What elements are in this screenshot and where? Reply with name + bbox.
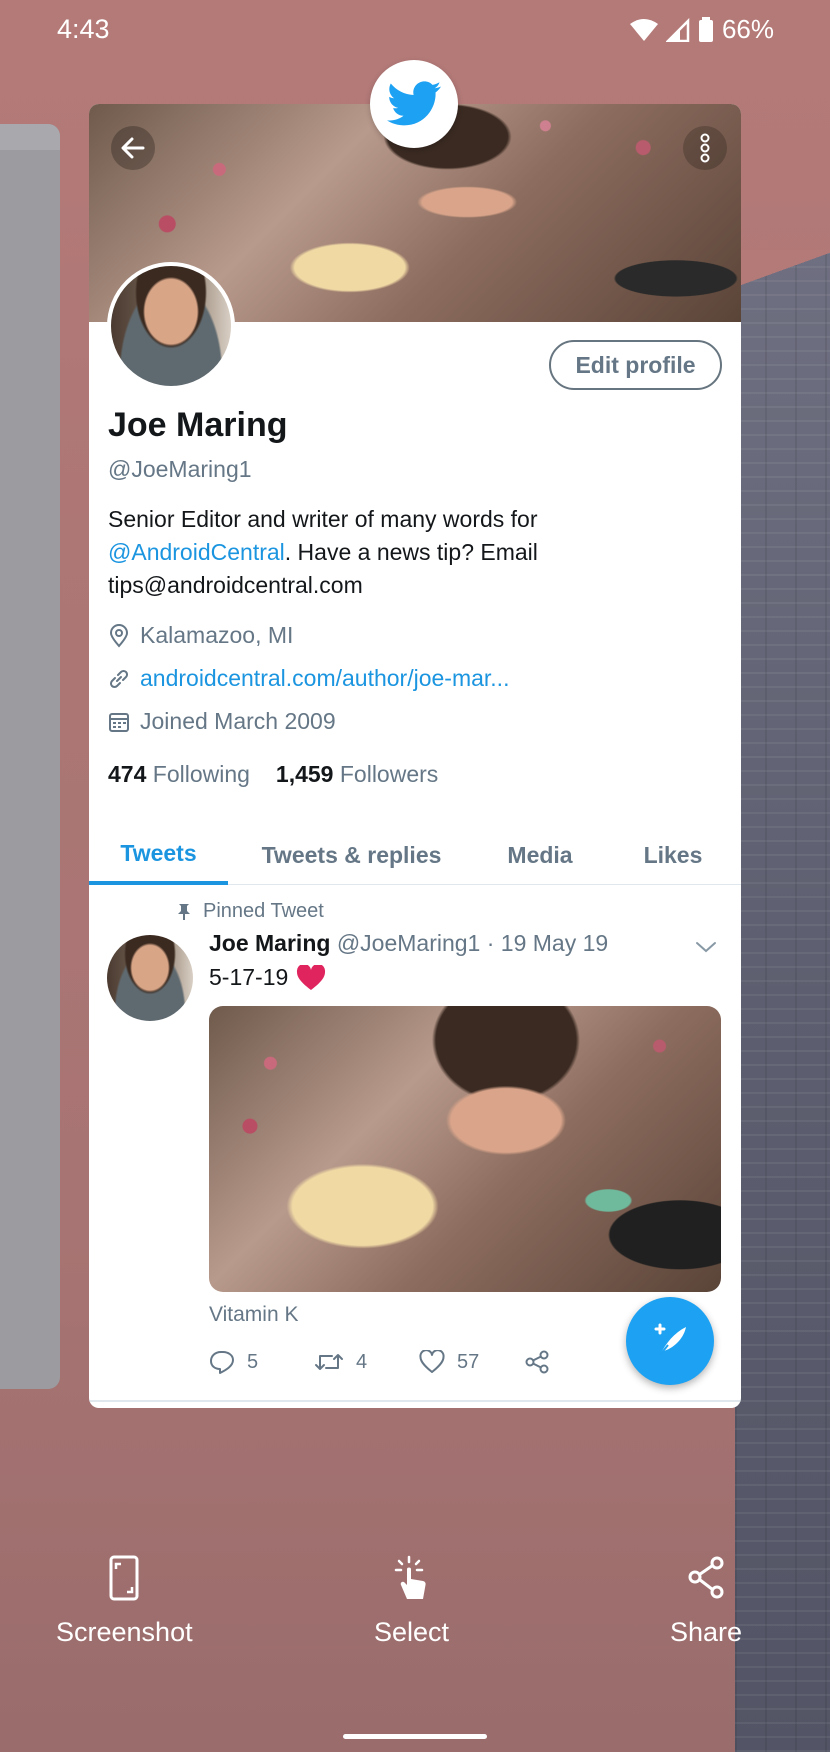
home-gesture-bar[interactable] — [343, 1734, 487, 1739]
tweet-text-content: 5-17-19 — [209, 964, 289, 990]
retweet-button[interactable]: 4 — [314, 1351, 419, 1374]
follow-counts: 474 Following 1,459 Followers — [108, 761, 438, 788]
profile-name: Joe Maring — [108, 406, 288, 444]
screenshot-action[interactable]: Screenshot — [56, 1555, 193, 1648]
tweet-menu-button[interactable] — [695, 940, 717, 959]
following-count-link[interactable]: 474 Following — [108, 761, 250, 788]
status-bar: 4:43 66% — [0, 0, 830, 62]
joined-text: Joined March 2009 — [140, 708, 336, 734]
profile-tabs: Tweets Tweets & replies Media Likes — [89, 825, 741, 885]
profile-bio: Senior Editor and writer of many words f… — [108, 503, 708, 602]
tweet-media-caption: Vitamin K — [209, 1303, 299, 1326]
bio-mention-link[interactable]: @AndroidCentral — [108, 539, 285, 565]
more-vertical-icon — [700, 133, 710, 163]
wifi-icon — [629, 18, 658, 41]
followers-count: 1,459 — [275, 761, 334, 787]
chevron-down-icon — [696, 942, 716, 953]
tweet-actions: 5 4 57 — [209, 1350, 629, 1374]
like-button[interactable]: 57 — [419, 1350, 524, 1374]
profile-website[interactable]: androidcentral.com/author/joe-mar... — [108, 665, 509, 692]
tab-tweets-replies[interactable]: Tweets & replies — [228, 825, 475, 885]
share-tweet-button[interactable] — [524, 1350, 629, 1374]
tab-likes[interactable]: Likes — [605, 825, 741, 885]
bio-text-3: tips@androidcentral.com — [108, 572, 363, 598]
reply-icon — [210, 1351, 234, 1374]
location-pin-icon — [109, 623, 129, 648]
location-text: Kalamazoo, MI — [140, 622, 294, 648]
screenshot-icon — [109, 1555, 139, 1601]
touch-select-icon — [394, 1555, 426, 1599]
twitter-app-card[interactable]: Edit profile Joe Maring @JoeMaring1 Seni… — [89, 104, 741, 1408]
tweet-avatar[interactable] — [107, 935, 193, 1021]
pinned-tweet-label: Pinned Tweet — [177, 900, 324, 923]
tweet-divider — [89, 1400, 741, 1402]
tweet-author[interactable]: Joe Maring — [209, 930, 330, 956]
tweet-meta: @JoeMaring1 · 19 May 19 — [336, 930, 609, 956]
battery-icon — [698, 16, 713, 42]
share-icon — [525, 1350, 549, 1374]
tweet-media-image[interactable] — [209, 1006, 721, 1292]
back-button[interactable] — [111, 126, 155, 170]
retweet-icon — [315, 1354, 343, 1370]
screenshot-label: Screenshot — [56, 1617, 193, 1647]
previous-app-card-header — [0, 124, 60, 150]
reply-button[interactable]: 5 — [209, 1350, 314, 1374]
edit-profile-button[interactable]: Edit profile — [549, 340, 722, 390]
select-action[interactable]: Select — [374, 1555, 449, 1648]
more-options-button[interactable] — [683, 126, 727, 170]
bio-text-1: Senior Editor and writer of many words f… — [108, 506, 538, 532]
profile-handle: @JoeMaring1 — [108, 456, 252, 482]
following-count: 474 — [108, 761, 147, 787]
bio-text-2: . Have a news tip? Email — [284, 539, 538, 565]
profile-location: Kalamazoo, MI — [108, 622, 293, 649]
pin-icon — [178, 903, 190, 920]
followers-label: Followers — [339, 761, 439, 787]
reply-count: 5 — [247, 1350, 259, 1373]
heart-emoji-icon — [297, 964, 326, 990]
tweet-text: 5-17-19 — [209, 964, 326, 991]
twitter-bird-icon — [387, 81, 441, 126]
calendar-icon — [109, 712, 129, 732]
heart-icon — [419, 1350, 445, 1373]
share-action[interactable]: Share — [670, 1555, 742, 1648]
share-icon — [688, 1556, 724, 1599]
pinned-tweet-text: Pinned Tweet — [203, 900, 324, 922]
background-wall-edge — [735, 250, 830, 290]
compose-feather-icon — [654, 1323, 686, 1356]
battery-percent: 66% — [721, 14, 774, 44]
like-count: 57 — [457, 1350, 480, 1373]
link-icon — [109, 669, 129, 688]
cell-signal-icon — [665, 17, 690, 42]
previous-app-card[interactable] — [0, 124, 60, 1389]
select-label: Select — [374, 1617, 450, 1647]
profile-joined: Joined March 2009 — [108, 708, 336, 735]
tweet-header: Joe Maring @JoeMaring1 · 19 May 19 — [209, 930, 608, 957]
arrow-left-icon — [121, 137, 145, 159]
tab-media[interactable]: Media — [475, 825, 605, 885]
status-icons: 66% — [629, 14, 774, 45]
following-label: Following — [152, 761, 250, 787]
retweet-count: 4 — [356, 1350, 368, 1373]
compose-tweet-button[interactable] — [626, 1297, 714, 1385]
app-icon-badge[interactable] — [370, 60, 458, 148]
status-time: 4:43 — [57, 14, 110, 44]
tab-tweets[interactable]: Tweets — [89, 825, 228, 885]
background-wall — [735, 250, 830, 1752]
website-link[interactable]: androidcentral.com/author/joe-mar... — [140, 665, 509, 692]
share-label: Share — [670, 1617, 743, 1647]
profile-avatar[interactable] — [107, 262, 235, 390]
followers-count-link[interactable]: 1,459 Followers — [276, 761, 438, 788]
